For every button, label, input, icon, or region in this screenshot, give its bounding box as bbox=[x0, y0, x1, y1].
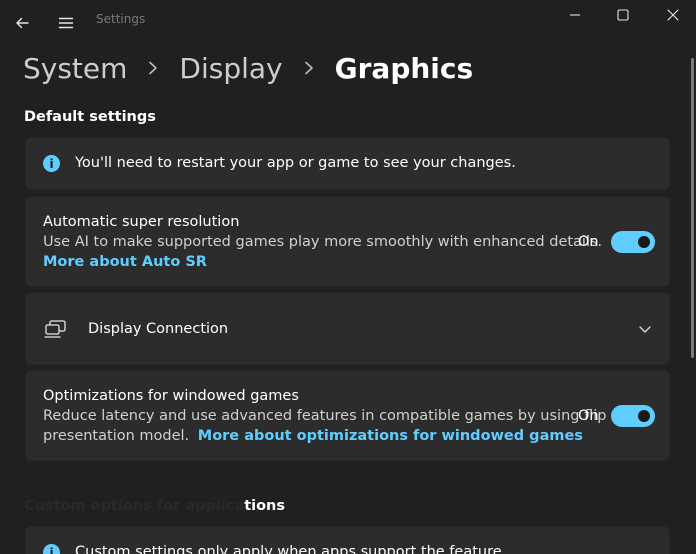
auto-sr-toggle-label: On bbox=[578, 234, 599, 250]
chevron-down-icon[interactable] bbox=[637, 321, 653, 337]
chevron-right-icon bbox=[303, 61, 315, 75]
windowed-games-toggle-label: On bbox=[578, 408, 599, 424]
scrollbar[interactable] bbox=[691, 58, 694, 358]
auto-sr-title: Automatic super resolution bbox=[43, 214, 240, 230]
maximize-icon bbox=[617, 9, 629, 21]
breadcrumb-display[interactable]: Display bbox=[179, 52, 282, 85]
custom-settings-heading: Custom options for applications bbox=[24, 498, 286, 514]
default-settings-heading: Default settings bbox=[24, 109, 156, 125]
window-title: Settings bbox=[96, 12, 146, 26]
windowed-games-link[interactable]: More about optimizations for windowed ga… bbox=[198, 428, 583, 444]
auto-sr-toggle[interactable] bbox=[611, 231, 655, 253]
custom-settings-info-bar: i Custom settings only apply when apps s… bbox=[25, 526, 670, 554]
maximize-button[interactable] bbox=[608, 2, 638, 28]
minimize-icon bbox=[570, 14, 580, 16]
navigation-menu-button[interactable] bbox=[52, 9, 80, 37]
windowed-games-toggle[interactable] bbox=[611, 405, 655, 427]
hamburger-icon bbox=[58, 17, 74, 29]
breadcrumb-graphics: Graphics bbox=[334, 51, 474, 85]
close-icon bbox=[667, 9, 679, 21]
custom-settings-info-text: Custom settings only apply when apps sup… bbox=[75, 544, 502, 554]
windowed-games-description-line2: presentation model. More about optimizat… bbox=[43, 428, 583, 444]
windowed-games-description: Reduce latency and use advanced features… bbox=[43, 408, 607, 424]
title-bar: Settings bbox=[0, 0, 696, 46]
windowed-games-title: Optimizations for windowed games bbox=[43, 388, 299, 404]
close-button[interactable] bbox=[658, 2, 688, 28]
breadcrumb: System Display Graphics bbox=[23, 48, 473, 88]
minimize-button[interactable] bbox=[560, 2, 590, 28]
chevron-right-icon bbox=[147, 61, 159, 75]
info-icon: i bbox=[43, 544, 60, 554]
custom-settings-heading-visible: tions bbox=[244, 498, 286, 514]
auto-super-resolution-card: Automatic super resolution Use AI to mak… bbox=[25, 196, 670, 287]
auto-sr-description: Use AI to make supported games play more… bbox=[43, 234, 603, 250]
windowed-games-card: Optimizations for windowed games Reduce … bbox=[25, 370, 670, 461]
display-connection-label: Display Connection bbox=[88, 321, 229, 337]
info-icon: i bbox=[43, 155, 60, 172]
restart-info-bar: i You'll need to restart your app or gam… bbox=[25, 137, 670, 190]
back-button[interactable] bbox=[8, 9, 36, 37]
restart-info-text: You'll need to restart your app or game … bbox=[75, 155, 516, 171]
windowed-games-description-tail: presentation model. bbox=[43, 428, 190, 444]
settings-window: Settings System Display Graphics Default… bbox=[0, 0, 696, 554]
toggle-knob bbox=[638, 236, 650, 248]
auto-sr-link[interactable]: More about Auto SR bbox=[43, 254, 207, 270]
display-connection-icon bbox=[44, 320, 66, 338]
arrow-left-icon bbox=[16, 17, 29, 29]
breadcrumb-system[interactable]: System bbox=[23, 52, 127, 85]
toggle-knob bbox=[638, 410, 650, 422]
display-connection-card[interactable]: Display Connection bbox=[25, 292, 670, 365]
